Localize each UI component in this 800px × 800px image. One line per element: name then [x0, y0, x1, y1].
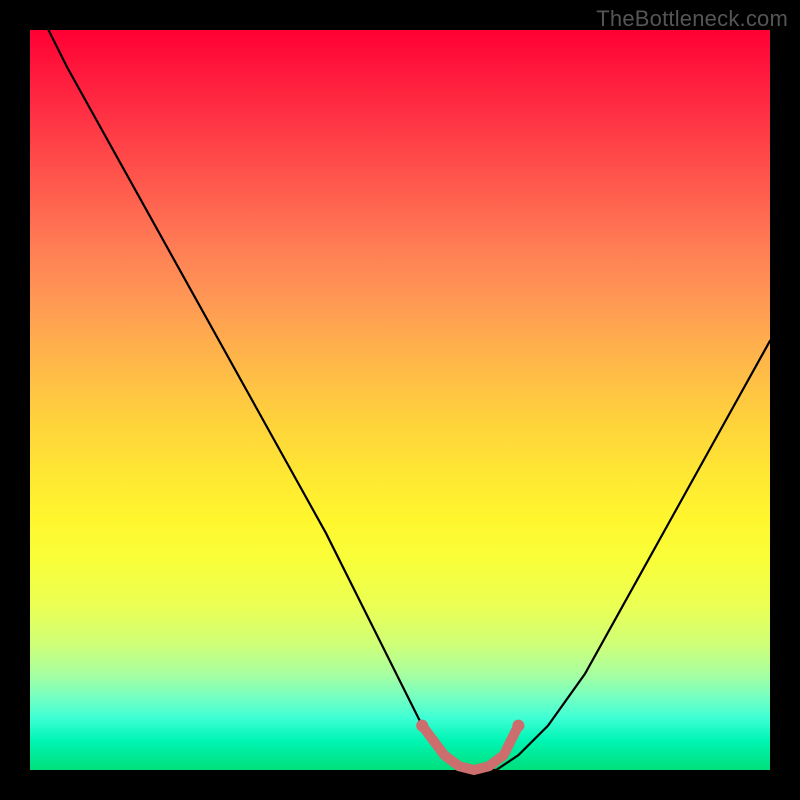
chart-svg: [30, 30, 770, 770]
chart-frame: TheBottleneck.com: [0, 0, 800, 800]
highlight-dot: [512, 720, 524, 732]
highlight-dot: [416, 720, 428, 732]
flat-highlight-path: [422, 726, 518, 770]
curve-path: [30, 0, 770, 770]
watermark-text: TheBottleneck.com: [596, 6, 788, 32]
flat-highlight-dots: [416, 720, 524, 732]
